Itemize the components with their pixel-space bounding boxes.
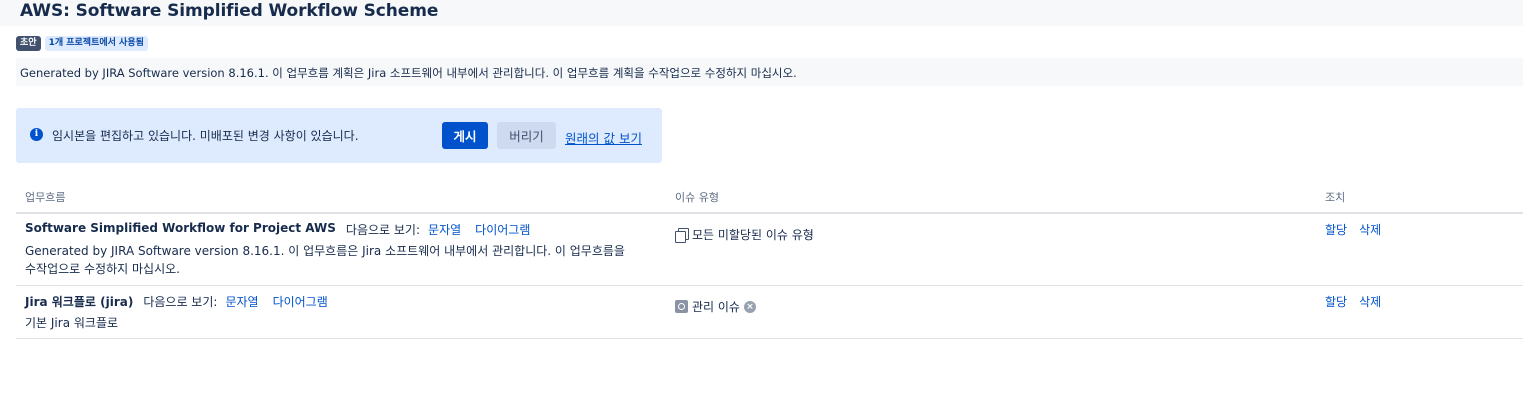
delete-link[interactable]: 삭제 — [1359, 221, 1381, 238]
view-diagram-link[interactable]: 다이어그램 — [475, 221, 530, 238]
column-header-issue-types: 이슈 유형 — [675, 191, 719, 204]
delete-link[interactable]: 삭제 — [1359, 293, 1381, 310]
issue-type-label: 관리 이슈 — [692, 300, 740, 314]
info-icon: i — [30, 128, 43, 141]
view-original-link[interactable]: 원래의 값 보기 — [565, 128, 642, 147]
row-divider — [16, 338, 1523, 339]
page-title: AWS: Software Simplified Workflow Scheme — [20, 1, 439, 21]
workflow-title-line: Jira 워크플로 (jira) 다음으로 보기: 문자열 다이어그램 — [25, 293, 328, 310]
pages-icon — [675, 228, 689, 243]
remove-icon[interactable]: × — [743, 300, 756, 313]
projects-used-badge: 1개 프로젝트에서 사용됨 — [44, 36, 148, 51]
row-divider — [16, 285, 1523, 286]
workflow-title-line: Software Simplified Workflow for Project… — [25, 221, 530, 238]
workflow-name: Software Simplified Workflow for Project… — [25, 221, 336, 235]
workflow-description-line: 수작업으로 수정하지 마십시오. — [25, 262, 180, 276]
draft-banner-message: 임시본을 편집하고 있습니다. 미배포된 변경 사항이 있습니다. — [52, 129, 359, 143]
issue-type-cell: 모든 미할당된 이슈 유형 — [675, 226, 814, 243]
column-header-workflow: 업무흐름 — [25, 191, 66, 204]
view-as-label: 다음으로 보기: — [143, 295, 218, 309]
issue-type-label: 모든 미할당된 이슈 유형 — [692, 228, 814, 242]
view-as-label: 다음으로 보기: — [345, 223, 421, 237]
workflow-description: 기본 Jira 워크플로 — [25, 314, 655, 332]
workflow-description-line: Generated by JIRA Software version 8.16.… — [25, 244, 625, 258]
scheme-description: Generated by JIRA Software version 8.16.… — [16, 58, 1523, 86]
draft-banner: i 임시본을 편집하고 있습니다. 미배포된 변경 사항이 있습니다. 게시 버… — [16, 108, 662, 163]
assign-link[interactable]: 할당 — [1325, 221, 1347, 238]
admin-task-icon — [675, 300, 688, 313]
assign-link[interactable]: 할당 — [1325, 293, 1347, 310]
view-diagram-link[interactable]: 다이어그램 — [273, 293, 328, 310]
workflow-description: Generated by JIRA Software version 8.16.… — [25, 242, 655, 278]
workflow-description-line: 기본 Jira 워크플로 — [25, 316, 119, 330]
status-badges: 초안 1개 프로젝트에서 사용됨 — [16, 36, 148, 51]
view-text-link[interactable]: 문자열 — [225, 293, 258, 310]
publish-button[interactable]: 게시 — [442, 122, 488, 149]
header-divider — [16, 212, 1523, 214]
row-actions: 할당 삭제 — [1325, 293, 1381, 310]
view-text-link[interactable]: 문자열 — [428, 221, 461, 238]
discard-button[interactable]: 버리기 — [497, 122, 556, 149]
title-bar: AWS: Software Simplified Workflow Scheme — [0, 0, 1523, 26]
workflow-name: Jira 워크플로 (jira) — [25, 295, 134, 309]
row-actions: 할당 삭제 — [1325, 221, 1381, 238]
issue-type-cell: 관리 이슈 × — [675, 298, 756, 315]
scheme-description-text: Generated by JIRA Software version 8.16.… — [20, 66, 797, 80]
column-header-actions: 조치 — [1325, 191, 1346, 204]
draft-badge: 초안 — [16, 36, 41, 51]
